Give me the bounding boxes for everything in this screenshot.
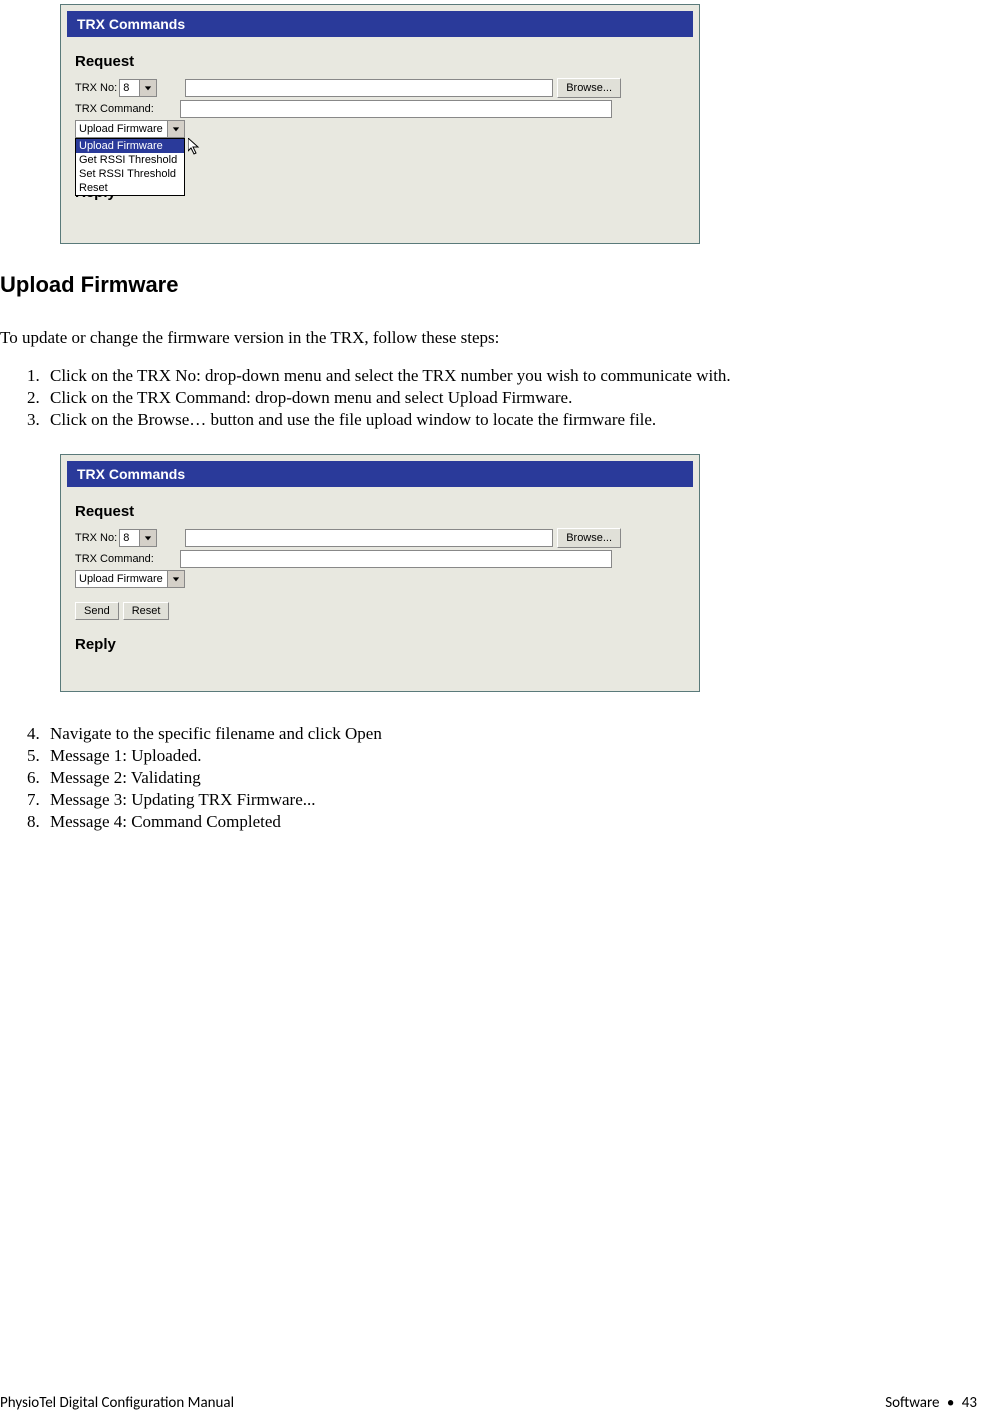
footer-left: PhysioTel Digital Configuration Manual: [0, 1394, 234, 1412]
reply-heading: Reply: [67, 632, 693, 657]
step-8: Message 4: Command Completed: [44, 812, 997, 832]
trx-command-selected: Upload Firmware: [79, 573, 163, 585]
chevron-down-icon: [139, 530, 156, 546]
upload-firmware-heading: Upload Firmware: [0, 272, 997, 298]
trx-command-selected: Upload Firmware: [79, 123, 163, 135]
footer-right: Software • 43: [885, 1394, 977, 1412]
firmware-file-input[interactable]: [185, 529, 553, 547]
trx-command-dropdown[interactable]: Upload Firmware: [75, 570, 185, 588]
footer-section: Software: [885, 1394, 939, 1412]
step-5: Message 1: Uploaded.: [44, 746, 997, 766]
step-2: Click on the TRX Command: drop-down menu…: [44, 388, 997, 408]
trx-command-dropdown-open[interactable]: Upload Firmware Upload Firmware Get RSSI…: [75, 120, 185, 196]
browse-button[interactable]: Browse...: [557, 78, 621, 98]
reset-button[interactable]: Reset: [123, 602, 170, 620]
trx-no-label: TRX No:: [75, 532, 117, 544]
panel-header: TRX Commands: [67, 11, 693, 37]
trx-no-dropdown[interactable]: 8: [119, 529, 157, 547]
chevron-down-icon: [167, 571, 184, 587]
cursor-icon: [188, 138, 202, 159]
dropdown-option-upload-firmware[interactable]: Upload Firmware: [76, 139, 184, 153]
request-heading: Request: [67, 49, 693, 74]
steps-list-a: Click on the TRX No: drop-down menu and …: [26, 366, 997, 430]
dropdown-option-reset[interactable]: Reset: [76, 181, 184, 195]
firmware-file-input[interactable]: [185, 79, 553, 97]
footer-page-number: 43: [962, 1394, 977, 1412]
chevron-down-icon: [139, 80, 156, 96]
dropdown-option-set-rssi[interactable]: Set RSSI Threshold: [76, 167, 184, 181]
intro-paragraph: To update or change the firmware version…: [0, 328, 997, 348]
trx-no-label: TRX No:: [75, 82, 117, 94]
dropdown-option-get-rssi[interactable]: Get RSSI Threshold: [76, 153, 184, 167]
command-param-input[interactable]: [180, 100, 612, 118]
trx-no-value: 8: [123, 82, 129, 94]
trx-command-label: TRX Command:: [75, 103, 154, 115]
trx-commands-panel-closed: TRX Commands Request TRX No: 8 Browse...…: [60, 454, 700, 692]
step-7: Message 3: Updating TRX Firmware...: [44, 790, 997, 810]
send-button[interactable]: Send: [75, 602, 119, 620]
trx-commands-panel-open-dropdown: TRX Commands Request TRX No: 8 Browse...…: [60, 4, 700, 244]
panel-header: TRX Commands: [67, 461, 693, 487]
steps-list-b: Navigate to the specific filename and cl…: [26, 724, 997, 832]
trx-command-label: TRX Command:: [75, 553, 154, 565]
trx-no-value: 8: [123, 532, 129, 544]
request-heading: Request: [67, 499, 693, 524]
chevron-down-icon: [167, 121, 184, 137]
footer-bullet: •: [947, 1394, 954, 1412]
step-1: Click on the TRX No: drop-down menu and …: [44, 366, 997, 386]
step-3: Click on the Browse… button and use the …: [44, 410, 997, 430]
browse-button[interactable]: Browse...: [557, 528, 621, 548]
step-4: Navigate to the specific filename and cl…: [44, 724, 997, 744]
trx-no-dropdown[interactable]: 8: [119, 79, 157, 97]
command-param-input[interactable]: [180, 550, 612, 568]
step-6: Message 2: Validating: [44, 768, 997, 788]
dropdown-list: Upload Firmware Get RSSI Threshold Set R…: [75, 138, 185, 196]
page-footer: PhysioTel Digital Configuration Manual S…: [0, 1394, 977, 1412]
